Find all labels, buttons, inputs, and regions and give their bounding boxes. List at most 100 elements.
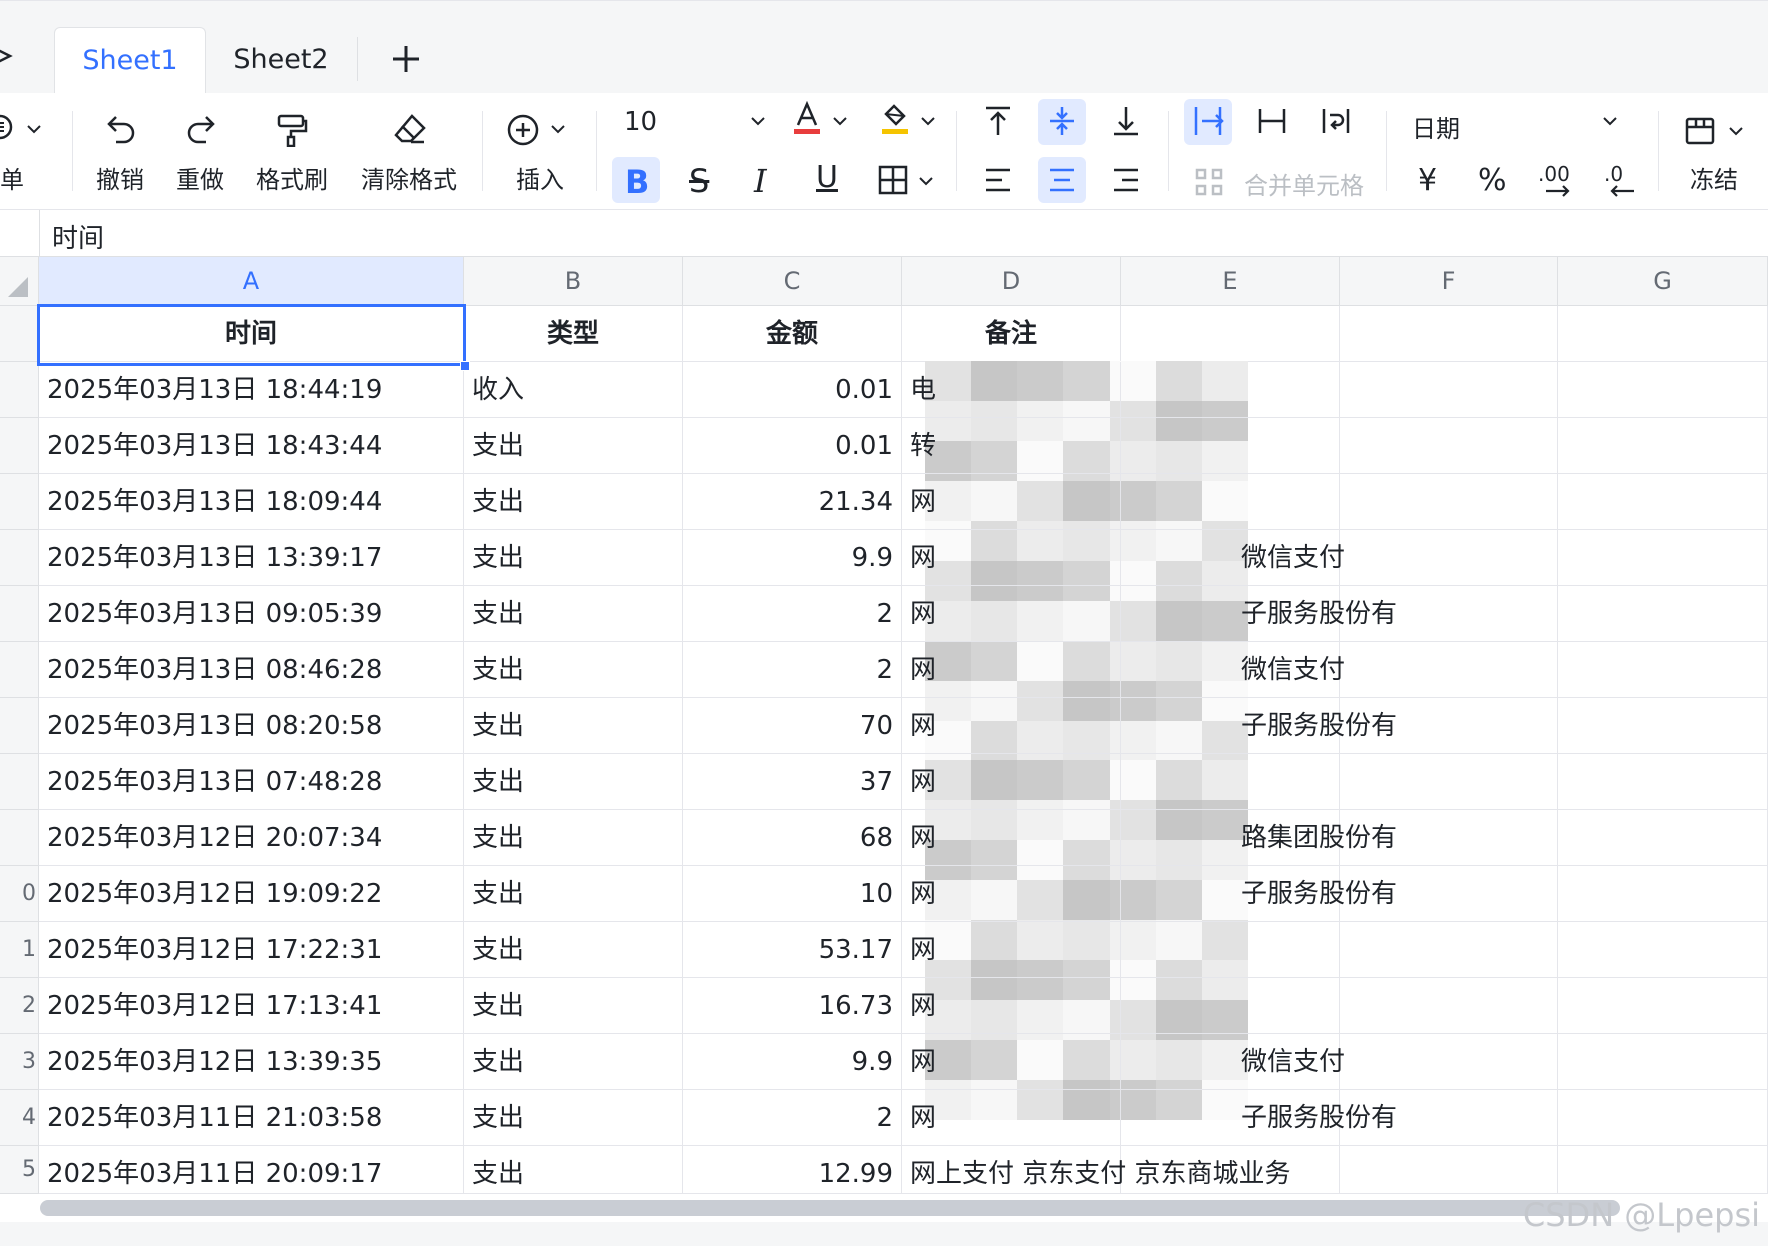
- empty-cell[interactable]: [1558, 866, 1768, 922]
- empty-cell[interactable]: [1558, 642, 1768, 698]
- time-cell[interactable]: 2025年03月11日 20:09:17: [39, 1146, 464, 1194]
- amount-cell[interactable]: 53.17: [683, 922, 902, 978]
- time-cell[interactable]: 2025年03月13日 18:44:19: [39, 362, 464, 418]
- clear-format-button[interactable]: 清除格式: [356, 93, 466, 209]
- header-cell[interactable]: 类型: [464, 306, 683, 362]
- align-right-button[interactable]: [1102, 157, 1150, 203]
- note-overflow-cell[interactable]: [1121, 1146, 1340, 1194]
- bold-button[interactable]: B: [612, 157, 660, 203]
- note-overflow-cell[interactable]: [1121, 978, 1340, 1034]
- amount-cell[interactable]: 2: [683, 586, 902, 642]
- note-overflow-cell[interactable]: [1121, 474, 1340, 530]
- amount-cell[interactable]: 70: [683, 698, 902, 754]
- type-cell[interactable]: 支出: [464, 754, 683, 810]
- row-header[interactable]: [0, 810, 39, 866]
- time-cell[interactable]: 2025年03月13日 13:39:17: [39, 530, 464, 586]
- text-wrap-button[interactable]: [1312, 99, 1360, 145]
- column-header-e[interactable]: E: [1121, 257, 1340, 306]
- type-cell[interactable]: 支出: [464, 978, 683, 1034]
- empty-cell[interactable]: [1558, 1034, 1768, 1090]
- number-format-select[interactable]: 日期: [1404, 101, 1628, 145]
- type-cell[interactable]: 支出: [464, 810, 683, 866]
- time-cell[interactable]: 2025年03月13日 08:46:28: [39, 642, 464, 698]
- empty-cell[interactable]: [1558, 1090, 1768, 1146]
- empty-cell[interactable]: [1558, 474, 1768, 530]
- column-header-g[interactable]: G: [1558, 257, 1768, 306]
- note-overflow-cell[interactable]: 子服务股份有: [1121, 698, 1397, 754]
- row-header[interactable]: [0, 754, 39, 810]
- amount-cell[interactable]: 9.9: [683, 1034, 902, 1090]
- align-left-button[interactable]: [974, 157, 1022, 203]
- note-overflow-cell[interactable]: [1121, 922, 1340, 978]
- format-painter-button[interactable]: 格式刷: [250, 93, 334, 209]
- increase-decimal-button[interactable]: .00: [1532, 157, 1580, 203]
- time-cell[interactable]: 2025年03月12日 17:13:41: [39, 978, 464, 1034]
- empty-cell[interactable]: [1340, 306, 1558, 362]
- row-header[interactable]: 0: [0, 866, 39, 922]
- row-header[interactable]: [0, 530, 39, 586]
- note-overflow-cell[interactable]: 路集团股份有: [1121, 810, 1397, 866]
- redo-button[interactable]: 重做: [170, 93, 232, 209]
- empty-cell[interactable]: [1558, 698, 1768, 754]
- empty-cell[interactable]: [1558, 810, 1768, 866]
- font-size-select[interactable]: 10: [616, 101, 772, 145]
- amount-cell[interactable]: 10: [683, 866, 902, 922]
- empty-cell[interactable]: [1340, 474, 1558, 530]
- header-cell[interactable]: 备注: [902, 306, 1121, 362]
- empty-cell[interactable]: [1340, 1146, 1558, 1194]
- note-cell[interactable]: 网: [902, 922, 1121, 978]
- time-cell[interactable]: 2025年03月12日 20:07:34: [39, 810, 464, 866]
- column-header-c[interactable]: C: [683, 257, 902, 306]
- row-header[interactable]: 3: [0, 1034, 39, 1090]
- type-cell[interactable]: 支出: [464, 530, 683, 586]
- time-cell[interactable]: 2025年03月13日 07:48:28: [39, 754, 464, 810]
- empty-cell[interactable]: [1558, 586, 1768, 642]
- time-cell[interactable]: 2025年03月13日 18:09:44: [39, 474, 464, 530]
- note-cell[interactable]: 网: [902, 698, 1121, 754]
- type-cell[interactable]: 支出: [464, 474, 683, 530]
- note-cell[interactable]: 网: [902, 642, 1121, 698]
- row-header[interactable]: 2: [0, 978, 39, 1034]
- type-cell[interactable]: 支出: [464, 866, 683, 922]
- font-color-button[interactable]: [788, 101, 852, 145]
- note-cell[interactable]: 网: [902, 866, 1121, 922]
- note-overflow-cell[interactable]: 子服务股份有: [1121, 586, 1397, 642]
- type-cell[interactable]: 支出: [464, 1146, 683, 1194]
- note-overflow-cell[interactable]: [1121, 362, 1340, 418]
- empty-cell[interactable]: [1121, 306, 1340, 362]
- time-cell[interactable]: 2025年03月12日 19:09:22: [39, 866, 464, 922]
- empty-cell[interactable]: [1558, 306, 1768, 362]
- empty-cell[interactable]: [1340, 642, 1558, 698]
- percent-format-button[interactable]: %: [1468, 157, 1516, 203]
- align-top-button[interactable]: [974, 99, 1022, 145]
- row-header[interactable]: [0, 698, 39, 754]
- underline-button[interactable]: U: [804, 157, 852, 203]
- row-header[interactable]: 5: [0, 1146, 39, 1194]
- note-cell[interactable]: 电: [902, 362, 1121, 418]
- header-cell[interactable]: 金额: [683, 306, 902, 362]
- strikethrough-button[interactable]: S: [676, 157, 724, 203]
- row-header[interactable]: 4: [0, 1090, 39, 1146]
- empty-cell[interactable]: [1340, 418, 1558, 474]
- empty-cell[interactable]: [1340, 754, 1558, 810]
- sidebar-toggle-icon[interactable]: [0, 41, 16, 71]
- row-header[interactable]: [0, 306, 39, 362]
- amount-cell[interactable]: 37: [683, 754, 902, 810]
- align-middle-button[interactable]: [1038, 99, 1086, 145]
- note-cell[interactable]: 网: [902, 1090, 1121, 1146]
- borders-button[interactable]: [868, 157, 940, 203]
- empty-cell[interactable]: [1558, 1146, 1768, 1194]
- amount-cell[interactable]: 2: [683, 1090, 902, 1146]
- empty-cell[interactable]: [1558, 362, 1768, 418]
- align-bottom-button[interactable]: [1102, 99, 1150, 145]
- empty-cell[interactable]: [1340, 922, 1558, 978]
- note-cell[interactable]: 网: [902, 978, 1121, 1034]
- row-header[interactable]: [0, 362, 39, 418]
- note-overflow-cell[interactable]: [1121, 754, 1340, 810]
- tab-sheet1[interactable]: Sheet1: [54, 27, 206, 94]
- column-header-b[interactable]: B: [464, 257, 683, 306]
- column-header-d[interactable]: D: [902, 257, 1121, 306]
- amount-cell[interactable]: 9.9: [683, 530, 902, 586]
- align-center-button[interactable]: [1038, 157, 1086, 203]
- empty-cell[interactable]: [1340, 978, 1558, 1034]
